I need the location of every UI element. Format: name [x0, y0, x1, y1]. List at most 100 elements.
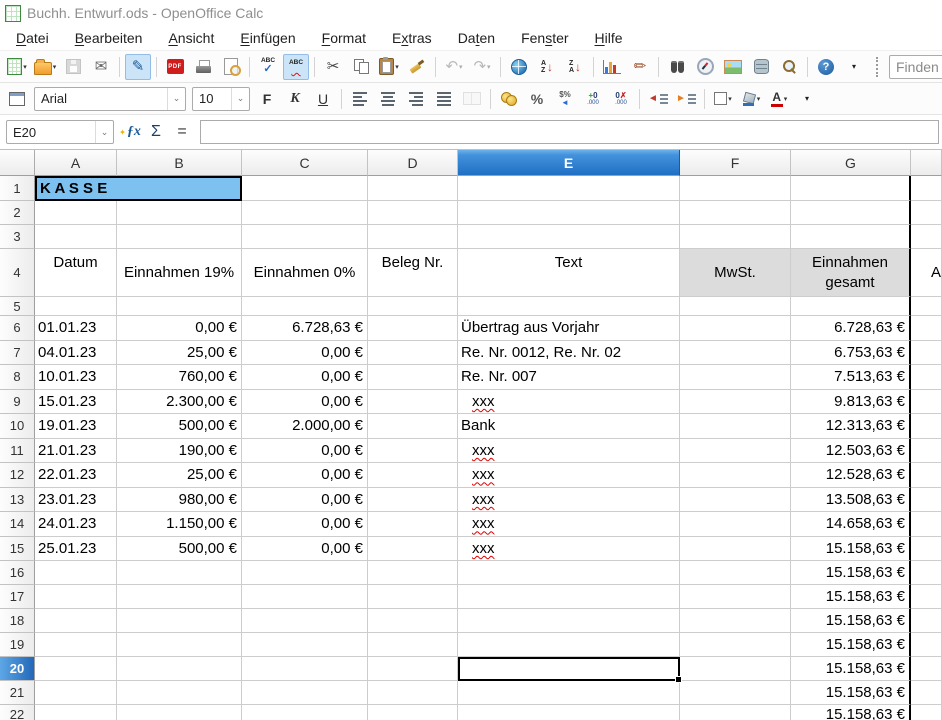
cell-H21[interactable]	[911, 681, 942, 705]
cell-D22[interactable]	[368, 705, 458, 720]
cell-A22[interactable]	[35, 705, 117, 720]
cell-C6[interactable]: 6.728,63 €	[242, 316, 368, 341]
cell-C15[interactable]: 0,00 €	[242, 537, 368, 562]
cell-G6[interactable]: 6.728,63 €	[791, 316, 911, 341]
menu-fenster[interactable]: Fenster	[508, 28, 581, 48]
cell-B16[interactable]	[117, 561, 242, 585]
cell-E11[interactable]: xxx	[458, 439, 680, 464]
cell-E18[interactable]	[458, 609, 680, 633]
cell-F13[interactable]	[680, 488, 791, 513]
menu-bearbeiten[interactable]: Bearbeiten	[62, 28, 156, 48]
cell-E16[interactable]	[458, 561, 680, 585]
row-header-4[interactable]: 4	[0, 249, 35, 297]
cell-F17[interactable]	[680, 585, 791, 609]
row-header-12[interactable]: 12	[0, 463, 35, 488]
cell-G3[interactable]	[791, 225, 911, 249]
cell-A2[interactable]	[35, 201, 117, 225]
cell-F15[interactable]	[680, 537, 791, 562]
select-all-corner[interactable]	[0, 150, 35, 176]
align-center-button[interactable]	[375, 86, 401, 112]
menu-format[interactable]: Format	[309, 28, 379, 48]
cell-B13[interactable]: 980,00 €	[117, 488, 242, 513]
cell-F10[interactable]	[680, 414, 791, 439]
currency-format-button[interactable]	[496, 86, 522, 112]
cell-F20[interactable]	[680, 657, 791, 681]
cell-C5[interactable]	[242, 297, 368, 316]
new-document-button[interactable]: ▾	[4, 54, 30, 80]
cell-D8[interactable]	[368, 365, 458, 390]
row-header-7[interactable]: 7	[0, 341, 35, 366]
zoom-button[interactable]	[776, 54, 802, 80]
column-header-d[interactable]: D	[368, 150, 458, 176]
cell-F11[interactable]	[680, 439, 791, 464]
cell-D9[interactable]	[368, 390, 458, 415]
cell-E2[interactable]	[458, 201, 680, 225]
cell-C13[interactable]: 0,00 €	[242, 488, 368, 513]
cell-G16[interactable]: 15.158,63 €	[791, 561, 911, 585]
column-header-e[interactable]: E	[458, 150, 680, 176]
cell-B9[interactable]: 2.300,00 €	[117, 390, 242, 415]
column-header-c[interactable]: C	[242, 150, 368, 176]
cell-F19[interactable]	[680, 633, 791, 657]
cell-D1[interactable]	[368, 176, 458, 201]
cell-A17[interactable]	[35, 585, 117, 609]
cell-G13[interactable]: 13.508,63 €	[791, 488, 911, 513]
menu-ansicht[interactable]: Ansicht	[155, 28, 227, 48]
cell-A10[interactable]: 19.01.23	[35, 414, 117, 439]
cell-E8[interactable]: Re. Nr. 007	[458, 365, 680, 390]
cell-D17[interactable]	[368, 585, 458, 609]
cell-G10[interactable]: 12.313,63 €	[791, 414, 911, 439]
function-wizard-button[interactable]: ✦ ƒx	[118, 121, 142, 143]
cell-F8[interactable]	[680, 365, 791, 390]
cell-E4[interactable]: Text	[458, 249, 680, 297]
cell-H15[interactable]	[911, 537, 942, 562]
cell-G11[interactable]: 12.503,63 €	[791, 439, 911, 464]
email-button[interactable]: ✉	[88, 54, 114, 80]
cell-D4[interactable]: Beleg Nr.	[368, 249, 458, 297]
cell-B7[interactable]: 25,00 €	[117, 341, 242, 366]
cell-F5[interactable]	[680, 297, 791, 316]
row-header-15[interactable]: 15	[0, 537, 35, 562]
cell-C10[interactable]: 2.000,00 €	[242, 414, 368, 439]
cell-G7[interactable]: 6.753,63 €	[791, 341, 911, 366]
cell-C7[interactable]: 0,00 €	[242, 341, 368, 366]
cell-E1[interactable]	[458, 176, 680, 201]
row-header-8[interactable]: 8	[0, 365, 35, 390]
cell-reference-box[interactable]: E20 ⌄	[6, 120, 114, 144]
cell-F2[interactable]	[680, 201, 791, 225]
cell-A21[interactable]	[35, 681, 117, 705]
export-pdf-button[interactable]: PDF	[162, 54, 188, 80]
cell-B8[interactable]: 760,00 €	[117, 365, 242, 390]
borders-button[interactable]: ▾	[710, 86, 736, 112]
chevron-down-icon[interactable]: ▾	[728, 95, 732, 103]
cell-B14[interactable]: 1.150,00 €	[117, 512, 242, 537]
row-header-16[interactable]: 16	[0, 561, 35, 585]
row-header-2[interactable]: 2	[0, 201, 35, 225]
cell-H12[interactable]	[911, 463, 942, 488]
cell-H11[interactable]	[911, 439, 942, 464]
add-decimal-button[interactable]: +0.000	[580, 86, 606, 112]
styles-button[interactable]	[4, 86, 30, 112]
cell-D2[interactable]	[368, 201, 458, 225]
cell-E14[interactable]: xxx	[458, 512, 680, 537]
row-header-1[interactable]: 1	[0, 176, 35, 201]
cell-G9[interactable]: 9.813,63 €	[791, 390, 911, 415]
decrease-indent-button[interactable]: ◄	[645, 86, 671, 112]
cell-E20[interactable]	[458, 657, 680, 681]
cell-G18[interactable]: 15.158,63 €	[791, 609, 911, 633]
cell-C9[interactable]: 0,00 €	[242, 390, 368, 415]
cell-G20[interactable]: 15.158,63 €	[791, 657, 911, 681]
font-color-button[interactable]: A▾	[766, 86, 792, 112]
cell-E9[interactable]: xxx	[458, 390, 680, 415]
cell-H1[interactable]	[911, 176, 942, 201]
cell-G19[interactable]: 15.158,63 €	[791, 633, 911, 657]
cell-D7[interactable]	[368, 341, 458, 366]
cell-A12[interactable]: 22.01.23	[35, 463, 117, 488]
hyperlink-button[interactable]	[506, 54, 532, 80]
column-header-g[interactable]: G	[791, 150, 911, 176]
cell-D5[interactable]	[368, 297, 458, 316]
sum-button[interactable]: Σ	[144, 121, 168, 143]
cell-A6[interactable]: 01.01.23	[35, 316, 117, 341]
toolbar-options-button[interactable]: ▾	[841, 54, 867, 80]
cell-G4[interactable]: Einnahmen gesamt	[791, 249, 911, 297]
